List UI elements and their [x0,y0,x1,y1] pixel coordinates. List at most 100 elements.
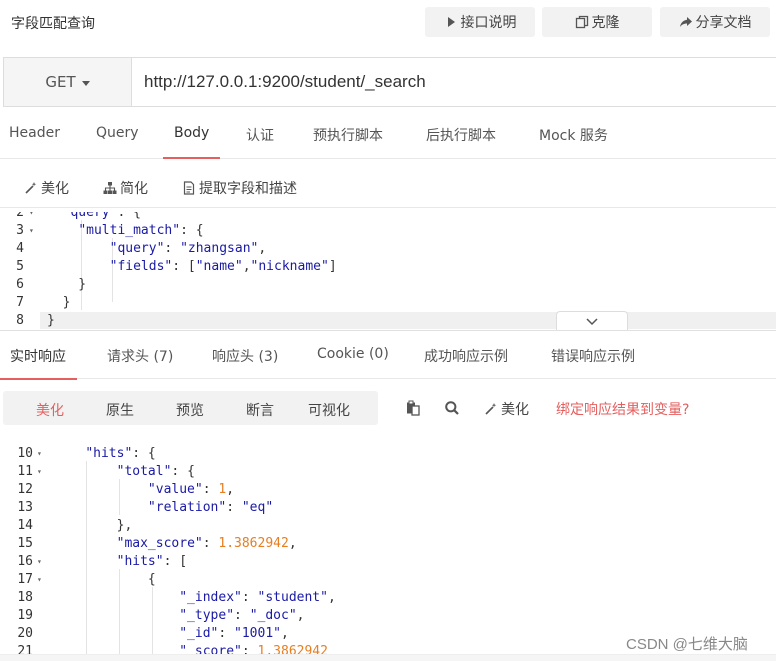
code-line: 8} [0,312,776,329]
line-number: 13 [17,500,33,515]
line-number: 15 [17,536,33,551]
tab-live-response[interactable]: 实时响应 [0,346,77,380]
code-text: } [47,313,55,328]
view-mode-assert[interactable]: 断言 [246,400,274,420]
watermark: CSDN @七维大脑 [626,636,748,653]
request-tabs: Header Query Body 认证 预执行脚本 后执行脚本 Mock 服务 [0,112,776,159]
code-text: "max_score": 1.3862942, [116,536,297,551]
line-number: 10 [17,446,33,461]
api-doc-button[interactable]: 接口说明 [425,7,535,37]
line-number: 4 [16,241,24,256]
magic-wand-icon [25,182,37,194]
code-line: 13 "relation": "eq" [0,499,776,517]
tab-header[interactable]: Header [9,125,60,159]
view-mode-beautify[interactable]: 美化 [36,400,64,420]
line-number: 2 [16,212,24,220]
url-input[interactable]: http://127.0.0.1:9200/student/_search [132,58,776,106]
beautify-label: 美化 [41,181,69,197]
line-number: 19 [17,608,33,623]
code-text: "value": 1, [147,482,235,497]
tab-query[interactable]: Query [96,125,139,159]
code-text: "query": { [62,212,141,220]
line-number: 17 [17,572,33,587]
fold-toggle-icon[interactable]: ▾ [37,571,42,589]
top-bar: 字段匹配查询 接口说明 克隆 分享文档 [0,0,776,44]
line-number: 21 [17,644,33,654]
line-number: 3 [16,223,24,238]
code-line: 6 } [0,276,776,294]
share-doc-label: 分享文档 [695,15,752,31]
fold-toggle-icon[interactable]: ▾ [37,463,42,481]
line-number: 14 [17,518,33,533]
collapse-editor-button[interactable] [556,311,628,331]
tab-success-example[interactable]: 成功响应示例 [424,346,508,380]
beautify-button[interactable]: 美化 [24,178,69,198]
fold-toggle-icon[interactable]: ▾ [29,212,34,222]
line-number: 8 [16,313,24,328]
code-text: "_id": "1001", [179,626,289,641]
code-text: "_type": "_doc", [179,608,305,623]
code-text: { [54,572,156,587]
chevron-down-icon [586,317,598,325]
code-line: 17 ▾ { [0,571,776,589]
view-mode-bar: 美化 原生 预览 断言 可视化 [3,391,378,425]
bind-response-link[interactable]: 绑定响应结果到变量? [556,399,689,419]
code-line: 4 "query": "zhangsan", [0,240,776,258]
view-mode-preview[interactable]: 预览 [176,400,204,420]
tab-response-headers[interactable]: 响应头 (3) [212,346,278,380]
code-line: 12 "value": 1, [0,481,776,499]
extract-fields-label: 提取字段和描述 [199,181,297,197]
fold-toggle-icon[interactable]: ▾ [37,445,42,463]
body-toolbar: 美化 简化 提取字段和描述 [0,166,776,208]
api-doc-label: 接口说明 [460,15,517,31]
code-text: } [47,295,71,310]
tab-cookies[interactable]: Cookie (0) [317,346,389,380]
code-line: 7 } [0,294,776,312]
copy-icon [575,15,588,29]
tab-mock-service[interactable]: Mock 服务 [539,125,608,159]
method-select[interactable]: GET [4,58,132,106]
line-number: 11 [17,464,33,479]
code-text: "hits": { [85,446,156,461]
code-text: "query": "zhangsan", [109,241,267,256]
tab-pre-script[interactable]: 预执行脚本 [313,125,383,159]
clone-button[interactable]: 克隆 [542,7,652,37]
tab-error-example[interactable]: 错误响应示例 [551,346,635,380]
share-doc-button[interactable]: 分享文档 [660,7,770,37]
horizontal-scrollbar[interactable] [0,654,776,661]
fold-toggle-icon[interactable]: ▾ [37,553,42,571]
line-number: 12 [17,482,33,497]
url-bar: GET http://127.0.0.1:9200/student/_searc… [3,57,776,107]
view-mode-raw[interactable]: 原生 [106,400,134,420]
code-line: 18 "_index": "student", [0,589,776,607]
code-line: 5 "fields": ["name","nickname"] [0,258,776,276]
request-body-editor[interactable]: 2 ▾ "query": { 3 ▾ "multi_match": { 4 "query… [0,212,776,329]
simplify-button[interactable]: 简化 [103,178,148,198]
view-mode-visualize[interactable]: 可视化 [308,400,350,420]
paste-icon[interactable] [405,400,421,416]
tab-post-script[interactable]: 后执行脚本 [426,125,496,159]
code-text: }, [54,518,133,533]
line-number: 5 [16,259,24,274]
page-title: 字段匹配查询 [11,16,95,32]
response-beautify-button[interactable]: 美化 [484,399,529,419]
document-icon [183,181,195,195]
code-text: "fields": ["name","nickname"] [109,259,337,274]
fold-toggle-icon[interactable]: ▾ [29,222,34,240]
code-text: "relation": "eq" [147,500,274,515]
extract-fields-button[interactable]: 提取字段和描述 [182,178,297,198]
code-text: "hits": [ [116,554,188,569]
response-body-viewer[interactable]: 10 ▾ "hits": {11 ▾ "total": {12 "value": 1… [0,443,776,654]
tab-body[interactable]: Body [162,125,221,159]
line-number: 16 [17,554,33,569]
code-line: 11 ▾ "total": { [0,463,776,481]
code-text: } [47,277,87,292]
tab-auth[interactable]: 认证 [246,125,274,159]
magic-wand-icon [485,403,497,415]
code-text: "multi_match": { [78,223,204,238]
code-text: "_score": 1.3862942 [179,644,328,654]
tab-request-headers[interactable]: 请求头 (7) [107,346,173,380]
search-icon[interactable] [444,400,460,416]
response-beautify-label: 美化 [501,402,529,418]
line-number: 7 [16,295,24,310]
